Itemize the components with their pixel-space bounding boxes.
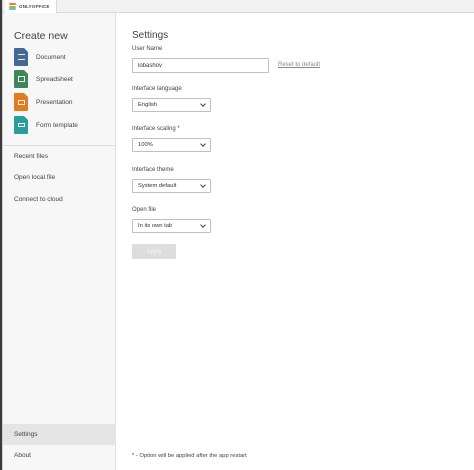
open-file-select[interactable]: In its own tab (132, 219, 211, 233)
interface-language-label: Interface language (132, 86, 182, 92)
sidebar-item-open-local-file[interactable]: Open local file (3, 167, 116, 188)
spreadsheet-icon (14, 70, 28, 88)
presentation-icon (14, 93, 28, 111)
apply-button[interactable]: Apply (132, 244, 176, 259)
open-file-label: Open file (132, 207, 157, 213)
settings-panel: Settings User Name Reset to default Inte… (117, 13, 474, 470)
chevron-down-icon (200, 182, 206, 188)
chevron-down-icon (200, 141, 206, 147)
create-spreadsheet-label: Spreadsheet (36, 75, 73, 83)
app-window: ONLYOFFICE Create new Document Spreadshe… (2, 0, 474, 470)
create-presentation-item[interactable]: Presentation (14, 93, 73, 111)
interface-theme-value: System default (138, 183, 177, 189)
open-file-value: In its own tab (138, 223, 173, 229)
username-input[interactable] (132, 58, 269, 73)
chevron-down-icon (200, 101, 206, 107)
title-bar: ONLYOFFICE (3, 0, 474, 13)
sidebar-item-connect-to-cloud[interactable]: Connect to cloud (3, 189, 116, 210)
sidebar: Create new Document Spreadsheet Presenta… (3, 13, 116, 470)
page-title: Settings (132, 30, 169, 41)
sidebar-item-about[interactable]: About (3, 445, 116, 466)
username-label: User Name (132, 46, 163, 52)
create-presentation-label: Presentation (36, 98, 73, 106)
onlyoffice-logo-icon (9, 3, 16, 10)
interface-language-value: English (138, 102, 158, 108)
app-tab[interactable]: ONLYOFFICE (5, 0, 57, 13)
interface-scaling-select[interactable]: 100% (132, 138, 211, 152)
interface-scaling-label: Interface scaling * (132, 126, 180, 132)
interface-theme-label: Interface theme (132, 167, 174, 173)
interface-language-select[interactable]: English (132, 98, 211, 112)
create-document-label: Document (36, 53, 66, 61)
sidebar-item-settings[interactable]: Settings (3, 424, 116, 445)
app-name: ONLYOFFICE (19, 4, 50, 9)
interface-theme-select[interactable]: System default (132, 179, 211, 193)
restart-footnote: * - Option will be applied after the app… (132, 453, 247, 459)
create-spreadsheet-item[interactable]: Spreadsheet (14, 70, 73, 88)
document-icon (14, 48, 28, 66)
chevron-down-icon (200, 222, 206, 228)
create-new-title: Create new (14, 30, 68, 42)
reset-to-default-link[interactable]: Reset to default (278, 62, 320, 68)
create-form-template-item[interactable]: Form template (14, 116, 78, 134)
create-form-template-label: Form template (36, 121, 78, 129)
form-template-icon (14, 116, 28, 134)
create-document-item[interactable]: Document (14, 48, 66, 66)
sidebar-item-recent-files[interactable]: Recent files (3, 146, 116, 167)
interface-scaling-value: 100% (138, 142, 153, 148)
